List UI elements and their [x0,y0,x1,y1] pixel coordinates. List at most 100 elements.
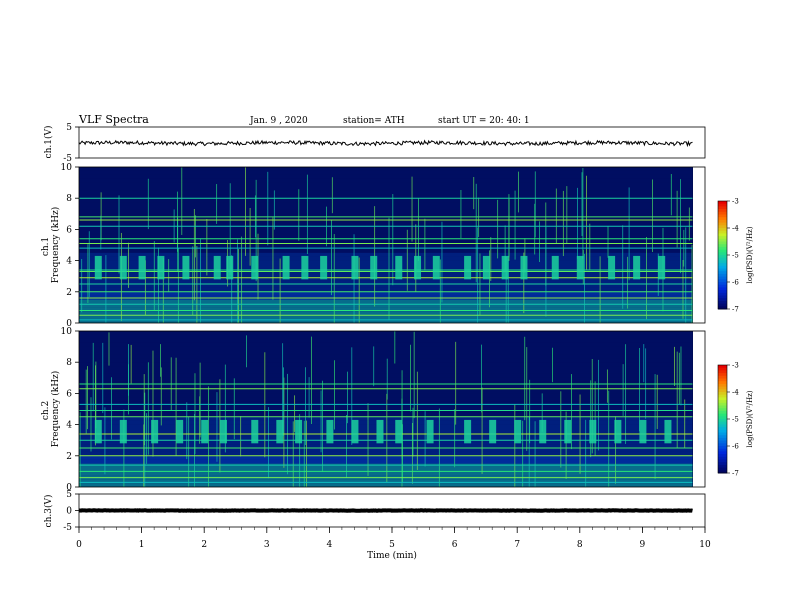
ch1-colorbar: -3 -4 -5 -6 -7 log(PSD)(V²/Hz) [717,198,754,314]
noise-band [79,221,693,226]
burst-feature [376,419,384,444]
burst-feature [226,255,234,280]
colorbar-tick-label: -4 [732,389,739,397]
noise-band [79,170,693,175]
burst-feature [370,255,378,280]
ch2-colorbar: -3 -4 -5 -6 -7 log(PSD)(V²/Hz) [717,362,754,478]
burst-feature [608,255,616,280]
noise-band [79,342,693,347]
burst-feature [564,419,572,444]
burst-feature [514,419,522,444]
noise-band [79,334,693,339]
burst-feature [539,419,547,444]
colorbar-tick-label: -5 [732,252,739,260]
noise-band [79,248,693,253]
burst-feature [94,255,102,280]
burst-feature [501,255,509,280]
noise-band [79,436,693,441]
ch1-waveform-trace [78,139,693,148]
x-tick-label: 6 [452,540,458,550]
noise-band [79,233,693,238]
noise-band [79,440,693,445]
noise-band [79,467,693,472]
burst-feature [119,419,127,444]
y-tick-label: 5 [66,123,72,133]
noise-band [79,178,693,183]
ch1-spectrogram-image [79,167,693,323]
noise-band [79,420,693,425]
burst-feature [489,419,497,444]
noise-band [79,459,693,464]
x-tick-label: 7 [514,540,520,550]
noise-band [79,428,693,433]
burst-feature [482,255,490,280]
y-tick-label: 4 [66,421,72,431]
noise-band [79,448,693,452]
ch3-y-axis-title: ch.3(V) [43,495,54,528]
y-tick-label: 5 [66,490,72,500]
colorbar-title: log(PSD)(V²/Hz) [746,226,754,283]
ch2-spectrogram-panel: 1086420 ch.2 Frequency (kHz) -3-4-5-6-7l… [41,327,754,493]
noise-band [79,182,693,187]
x-tick-label: 1 [139,540,145,550]
noise-band [79,209,693,214]
ch2-frequency-ticks: 1086420 [61,327,79,493]
burst-feature [276,419,284,444]
burst-feature [395,255,403,280]
ch2-frequency-axis-title: ch.2 Frequency (kHz) [41,371,61,448]
noise-band [79,229,693,234]
noise-band [79,451,693,456]
colorbar-tick-label: -5 [732,416,739,424]
burst-feature [201,419,209,444]
burst-feature [351,419,359,444]
noise-band [79,331,693,335]
ch3-y-ticks: 5 0 -5 [63,490,79,533]
burst-feature [251,419,259,444]
burst-feature [282,255,290,280]
noise-band [79,350,693,355]
noise-band [79,194,693,199]
burst-feature [94,419,102,444]
x-axis-title: Time (min) [367,550,417,561]
noise-band [79,198,693,203]
noise-band [79,471,693,476]
x-tick-label: 3 [264,540,270,550]
burst-feature [251,255,259,280]
x-tick-label: 9 [640,540,646,550]
noise-band [79,483,693,487]
y-tick-label: 10 [61,163,73,173]
x-tick-label: 10 [699,540,711,550]
colorbar-tick-label: -4 [732,225,739,233]
burst-feature [639,419,647,444]
y-tick-label: -5 [63,523,72,533]
burst-feature [551,255,559,280]
burst-feature [664,419,672,444]
y-tick-label: 2 [66,452,72,462]
colorbar-tick-label: -3 [732,198,739,206]
colorbar-tick-label: -7 [732,470,739,478]
ch1-waveform-panel: 5-5 ch.1(V) [43,123,706,164]
burst-feature [301,255,309,280]
x-tick-label: 4 [327,540,333,550]
ch3-waveform-panel: 5 0 -5 ch.3(V) [43,490,706,533]
x-tick-label: 5 [389,540,395,550]
y-tick-label: 10 [61,327,73,337]
burst-feature [151,419,159,444]
burst-feature [414,255,422,280]
burst-feature [176,419,184,444]
ch1-y-axis-title: ch.1(V) [43,126,54,159]
ch1-spectrogram-panel: 1086420 ch.1 Frequency (kHz) -3-4-5-6-7l… [41,163,754,329]
colorbar-title: log(PSD)(V²/Hz) [746,390,754,447]
burst-feature [119,255,127,280]
y-tick-label: 8 [66,194,72,204]
start-ut-label: start UT = 20: 40: 1 [438,116,530,126]
burst-feature [576,255,584,280]
y-tick-label: 0 [66,507,72,517]
noise-band [79,190,693,195]
colorbar-tick-label: -6 [732,279,739,287]
burst-feature [432,255,440,280]
colorbar-tick-label: -3 [732,362,739,370]
y-tick-label: 8 [66,358,72,368]
ch2-spectrogram-image [79,331,693,487]
station-label: station= ATH [343,116,405,126]
